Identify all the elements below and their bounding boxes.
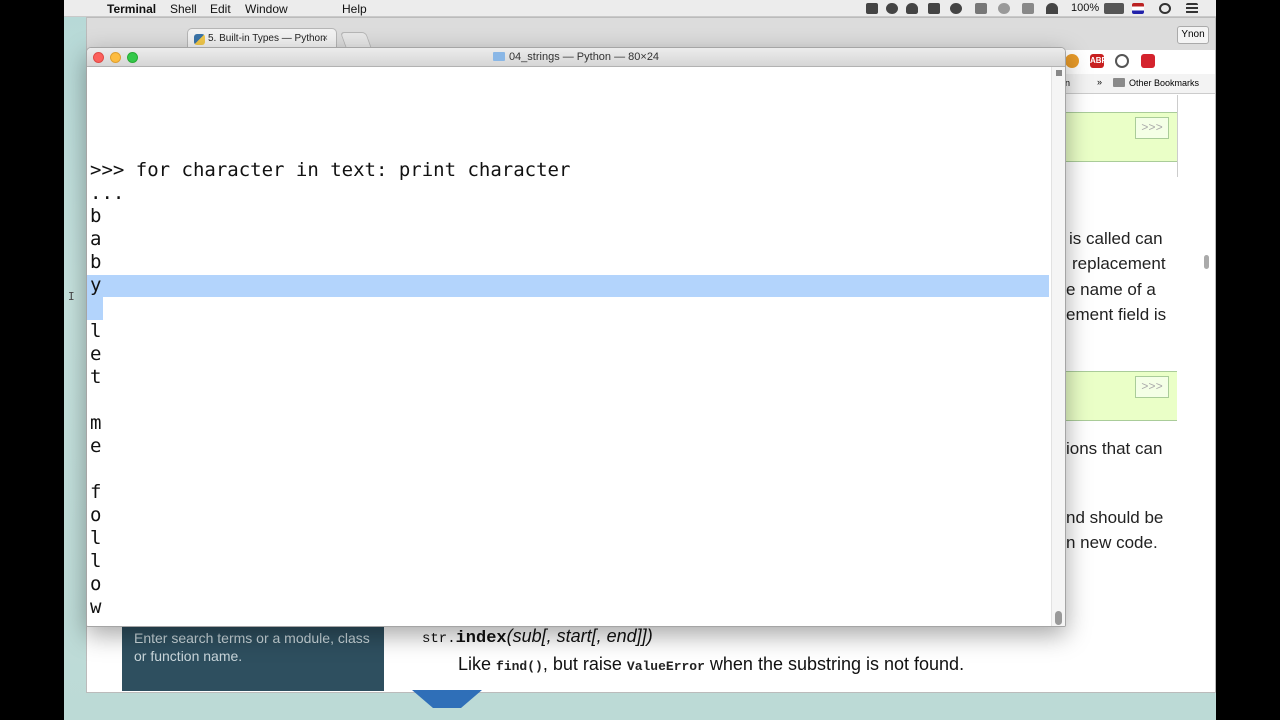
code-example-box: >>> xyxy=(1066,112,1177,162)
valueerror-link[interactable]: ValueError xyxy=(627,659,705,674)
doc-text-fragment: is called can xyxy=(1069,229,1163,248)
time-machine-icon[interactable] xyxy=(998,3,1010,14)
terminal-line: m xyxy=(90,412,102,434)
terminal-line: l xyxy=(90,320,102,342)
terminal-window: 04_strings — Python — 80×24 >>> for char… xyxy=(86,47,1066,627)
text-selection-highlight xyxy=(87,275,1049,297)
python-favicon-icon xyxy=(194,34,205,45)
terminal-title: 04_strings — Python — 80×24 xyxy=(508,51,660,63)
terminal-line: l xyxy=(90,527,102,549)
ibeam-cursor-icon: I xyxy=(68,290,75,303)
terminal-line: w xyxy=(90,596,102,618)
wifi-icon[interactable] xyxy=(1046,3,1058,14)
terminal-line: e xyxy=(90,435,102,457)
folder-icon xyxy=(492,52,505,61)
lastpass-extension-icon[interactable] xyxy=(1141,54,1155,68)
text-selection-highlight xyxy=(87,297,103,320)
browser-tab-title: 5. Built-in Types — Python xyxy=(208,33,326,44)
battery-percent: 100% xyxy=(1071,2,1100,14)
desc-text: Like xyxy=(458,654,497,674)
function-prefix: str. xyxy=(422,631,456,647)
input-source-flag-icon[interactable] xyxy=(1132,3,1144,14)
toggle-prompt-button[interactable]: >>> xyxy=(1135,117,1169,139)
tab-close-icon[interactable]: × xyxy=(322,33,328,44)
terminal-scrollbar[interactable] xyxy=(1051,67,1065,626)
terminal-line: b xyxy=(90,205,102,227)
sync-extension-icon[interactable] xyxy=(1115,54,1129,68)
cloud-status-icon[interactable] xyxy=(906,3,918,14)
menu-shell[interactable]: Shell xyxy=(170,2,197,16)
menu-help[interactable]: Help xyxy=(342,2,367,16)
terminal-line: t xyxy=(90,366,102,388)
doc-text-fragment: replacement xyxy=(1072,254,1166,273)
function-name: index xyxy=(455,629,507,648)
terminal-line: ... xyxy=(90,182,125,204)
terminal-line: a xyxy=(90,228,102,250)
sync-status-icon[interactable] xyxy=(950,3,962,14)
minimize-window-button[interactable] xyxy=(110,52,121,63)
right-letterbox xyxy=(1216,0,1280,720)
terminal-content[interactable]: >>> for character in text: print charact… xyxy=(87,67,1065,626)
display-status-icon[interactable] xyxy=(975,3,987,14)
settings-gear-icon[interactable] xyxy=(1167,54,1181,68)
search-icon[interactable] xyxy=(1159,3,1171,14)
terminal-line: y xyxy=(90,274,102,296)
profile-button[interactable]: Ynon xyxy=(1177,26,1209,44)
code-box-border xyxy=(1177,95,1178,177)
cookie-extension-icon[interactable] xyxy=(1065,54,1079,68)
adblock-extension-icon[interactable]: ABP xyxy=(1090,54,1107,68)
terminal-line: >>> for character in text: print charact… xyxy=(90,159,571,181)
doc-text-fragment: n new code. xyxy=(1066,533,1158,552)
dollar-status-icon[interactable] xyxy=(928,3,940,14)
menu-bar: Terminal Shell Edit Window Help 100% xyxy=(64,0,1216,17)
folder-icon xyxy=(1113,78,1125,87)
close-window-button[interactable] xyxy=(93,52,104,63)
menu-app-terminal[interactable]: Terminal xyxy=(107,2,156,16)
terminal-line: o xyxy=(90,504,102,526)
left-letterbox xyxy=(0,0,64,720)
doc-text-fragment: ement field is xyxy=(1066,305,1167,324)
camera-status-icon[interactable] xyxy=(866,3,878,14)
find-link[interactable]: find() xyxy=(496,659,543,674)
terminal-title-bar[interactable]: 04_strings — Python — 80×24 xyxy=(87,48,1065,67)
terminal-line: f xyxy=(90,481,102,503)
terminal-line: o xyxy=(90,573,102,595)
scrollbar-thumb[interactable] xyxy=(1055,611,1062,625)
doc-text-fragment: ions that can xyxy=(1066,439,1163,458)
terminal-line: e xyxy=(90,343,102,365)
bookmarks-overflow-button[interactable]: » xyxy=(1097,77,1102,87)
chrome-menu-icon[interactable] xyxy=(1191,54,1205,68)
toggle-prompt-button[interactable]: >>> xyxy=(1135,376,1169,398)
sidebar-search-panel: Enter search terms or a module, class or… xyxy=(122,625,384,691)
volume-icon[interactable] xyxy=(1022,3,1034,14)
desc-text: , but raise xyxy=(542,654,627,674)
desc-text: when the substring is not found. xyxy=(704,654,965,674)
doc-text-fragment: e name of a xyxy=(1066,280,1156,299)
browser-tab-strip: 5. Built-in Types — Python × Ynon xyxy=(87,18,1215,50)
battery-icon[interactable] xyxy=(1104,3,1124,14)
notification-center-icon[interactable] xyxy=(1186,3,1198,14)
browser-scrollbar-thumb[interactable] xyxy=(1204,255,1209,269)
evernote-status-icon[interactable] xyxy=(886,3,898,14)
code-example-box: >>> xyxy=(1066,371,1177,421)
terminal-line: b xyxy=(90,251,102,273)
scroll-up-arrow-icon[interactable] xyxy=(1056,70,1062,76)
function-params: (sub[, start[, end]]) xyxy=(506,626,653,646)
doc-text-fragment: nd should be xyxy=(1066,508,1164,527)
other-bookmarks-button[interactable]: Other Bookmarks xyxy=(1129,78,1199,88)
zoom-window-button[interactable] xyxy=(127,52,138,63)
function-signature: str.index(sub[, start[, end]]) xyxy=(422,626,653,648)
menu-window[interactable]: Window xyxy=(245,2,288,16)
search-input[interactable]: Enter search terms or a module, class or… xyxy=(134,629,374,665)
menu-edit[interactable]: Edit xyxy=(210,2,231,16)
terminal-line: l xyxy=(90,550,102,572)
function-description: Like find(), but raise ValueError when t… xyxy=(458,654,964,675)
